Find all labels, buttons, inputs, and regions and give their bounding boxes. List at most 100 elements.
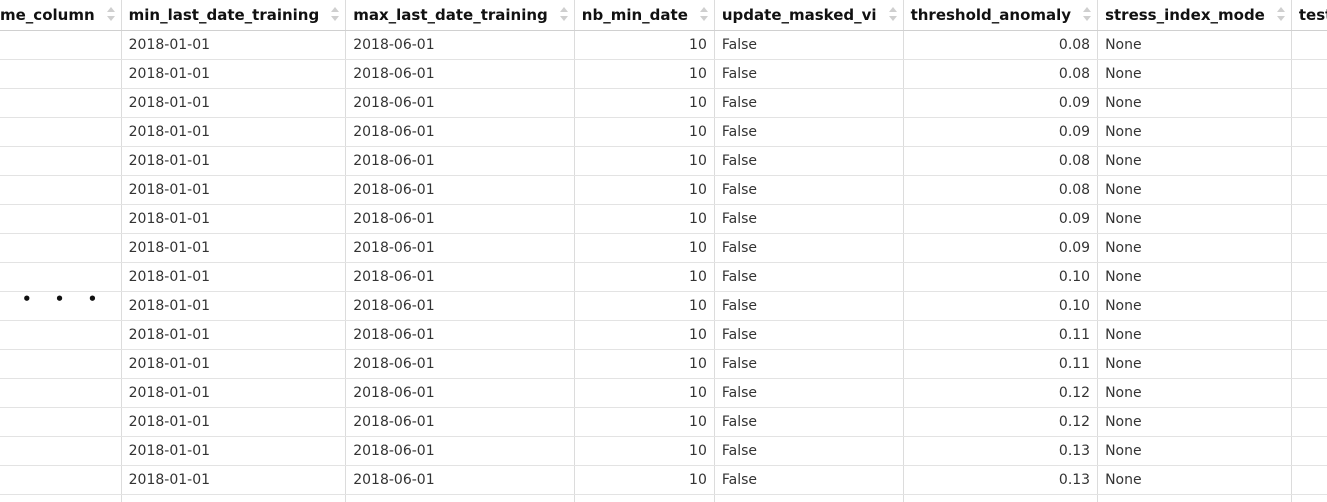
cell-threshold-anomaly: 0.14 — [903, 494, 1099, 502]
cell-test-id: 2 — [1291, 59, 1327, 89]
column-header-min-last-date-training[interactable]: min_last_date_training — [121, 0, 347, 31]
cell-threshold-anomaly: 0.10 — [903, 262, 1099, 292]
table-row[interactable]: 2018-01-012018-06-0110False0.12None13 — [0, 378, 1327, 408]
cell-threshold-anomaly: 0.09 — [903, 233, 1099, 263]
table-row[interactable]: 2018-01-012018-06-0110False0.09None4 — [0, 117, 1327, 147]
table-row[interactable]: 2018-01-012018-06-0110False0.11None12 — [0, 349, 1327, 379]
cell-update-masked-vi: False — [714, 291, 904, 321]
cell-update-masked-vi: False — [714, 378, 904, 408]
cell-min-last-date-training: 2018-01-01 — [121, 436, 347, 466]
table-row[interactable]: 2018-01-012018-06-0110False0.13None15 — [0, 436, 1327, 466]
cell-nb-min-date: 10 — [574, 494, 715, 502]
sort-icon[interactable] — [1276, 6, 1285, 22]
sort-icon[interactable] — [106, 6, 115, 22]
column-header-label: min_last_date_training — [128, 6, 320, 24]
table-row[interactable]: 2018-01-012018-06-0110False0.08None6 — [0, 175, 1327, 205]
cell-min-last-date-training: 2018-01-01 — [121, 233, 347, 263]
cell-nb-min-date: 10 — [574, 175, 715, 205]
table-body: 2018-01-012018-06-0110False0.08None12018… — [0, 30, 1327, 502]
cell-threshold-anomaly: 0.08 — [903, 175, 1099, 205]
cell-nb-min-date: 10 — [574, 146, 715, 176]
cell-threshold-anomaly: 0.09 — [903, 204, 1099, 234]
cell-nb-min-date: 10 — [574, 349, 715, 379]
table-row[interactable]: 2018-01-012018-06-0110False0.10None9 — [0, 262, 1327, 292]
cell-min-last-date-training: 2018-01-01 — [121, 465, 347, 495]
cell-stress-index-mode: None — [1097, 88, 1292, 118]
cell-test-id: 6 — [1291, 175, 1327, 205]
column-header-max-last-date-training[interactable]: max_last_date_training — [345, 0, 575, 31]
table-row[interactable]: 2018-01-012018-06-0110False0.08None2 — [0, 59, 1327, 89]
cell-update-masked-vi: False — [714, 175, 904, 205]
cell-stress-index-mode: None — [1097, 117, 1292, 147]
cell-stress-index-mode: None — [1097, 436, 1292, 466]
cell-me-column — [0, 146, 122, 176]
cell-max-last-date-training: 2018-06-01 — [345, 30, 575, 60]
cell-stress-index-mode: None — [1097, 30, 1292, 60]
cell-stress-index-mode: None — [1097, 175, 1292, 205]
column-header-me-column[interactable]: me_column — [0, 0, 122, 31]
table-viewport[interactable]: me_column min_last_date_training max_las… — [0, 0, 1327, 502]
cell-update-masked-vi: False — [714, 436, 904, 466]
cell-nb-min-date: 10 — [574, 117, 715, 147]
cell-min-last-date-training: 2018-01-01 — [121, 175, 347, 205]
table-row[interactable]: 2018-01-012018-06-0110False0.08None5 — [0, 146, 1327, 176]
cell-min-last-date-training: 2018-01-01 — [121, 59, 347, 89]
sort-icon[interactable] — [331, 6, 340, 22]
table-row[interactable]: 2018-01-012018-06-0110False0.10None10 — [0, 291, 1327, 321]
cell-threshold-anomaly: 0.11 — [903, 320, 1099, 350]
column-header-label: me_column — [0, 6, 95, 24]
cell-threshold-anomaly: 0.12 — [903, 378, 1099, 408]
cell-me-column — [0, 88, 122, 118]
cell-update-masked-vi: False — [714, 407, 904, 437]
cell-min-last-date-training: 2018-01-01 — [121, 146, 347, 176]
cell-max-last-date-training: 2018-06-01 — [345, 407, 575, 437]
sort-icon[interactable] — [559, 6, 568, 22]
cell-threshold-anomaly: 0.08 — [903, 146, 1099, 176]
column-header-test-id[interactable]: test_id — [1291, 0, 1327, 31]
column-header-update-masked-vi[interactable]: update_masked_vi — [714, 0, 904, 31]
table-row[interactable]: 2018-01-012018-06-0110False0.12None14 — [0, 407, 1327, 437]
cell-update-masked-vi: False — [714, 204, 904, 234]
cell-min-last-date-training: 2018-01-01 — [121, 407, 347, 437]
data-table: me_column min_last_date_training max_las… — [0, 0, 1327, 502]
cell-max-last-date-training: 2018-06-01 — [345, 378, 575, 408]
cell-me-column — [0, 204, 122, 234]
cell-stress-index-mode: None — [1097, 494, 1292, 502]
cell-max-last-date-training: 2018-06-01 — [345, 233, 575, 263]
cell-min-last-date-training: 2018-01-01 — [121, 117, 347, 147]
sort-icon[interactable] — [699, 6, 708, 22]
table-row[interactable]: 2018-01-012018-06-0110False0.08None1 — [0, 30, 1327, 60]
cell-max-last-date-training: 2018-06-01 — [345, 88, 575, 118]
cell-test-id: 9 — [1291, 262, 1327, 292]
cell-max-last-date-training: 2018-06-01 — [345, 262, 575, 292]
column-header-nb-min-date[interactable]: nb_min_date — [574, 0, 715, 31]
sort-icon[interactable] — [1083, 6, 1092, 22]
cell-me-column — [0, 407, 122, 437]
table-row[interactable]: 2018-01-012018-06-0110False0.09None7 — [0, 204, 1327, 234]
header-row: me_column min_last_date_training max_las… — [0, 0, 1327, 31]
cell-test-id: 7 — [1291, 204, 1327, 234]
column-header-label: nb_min_date — [581, 6, 688, 24]
cell-max-last-date-training: 2018-06-01 — [345, 465, 575, 495]
cell-nb-min-date: 10 — [574, 262, 715, 292]
column-header-stress-index-mode[interactable]: stress_index_mode — [1097, 0, 1292, 31]
table-row[interactable]: 2018-01-012018-06-0110False0.11None11 — [0, 320, 1327, 350]
cell-nb-min-date: 10 — [574, 233, 715, 263]
cell-min-last-date-training: 2018-01-01 — [121, 378, 347, 408]
table-row[interactable]: 2018-01-012018-06-0110False0.09None8 — [0, 233, 1327, 263]
cell-stress-index-mode: None — [1097, 378, 1292, 408]
table-row[interactable]: 2018-01-012018-06-0110False0.13None16 — [0, 465, 1327, 495]
cell-min-last-date-training: 2018-01-01 — [121, 494, 347, 502]
ellipsis-indicator: • • • — [22, 290, 107, 308]
table-row[interactable]: 2018-01-012018-06-0110False0.09None3 — [0, 88, 1327, 118]
cell-nb-min-date: 10 — [574, 407, 715, 437]
cell-test-id: 15 — [1291, 436, 1327, 466]
column-header-threshold-anomaly[interactable]: threshold_anomaly — [903, 0, 1099, 31]
cell-update-masked-vi: False — [714, 262, 904, 292]
cell-update-masked-vi: False — [714, 349, 904, 379]
sort-icon[interactable] — [888, 6, 897, 22]
cell-min-last-date-training: 2018-01-01 — [121, 204, 347, 234]
cell-test-id: 10 — [1291, 291, 1327, 321]
cell-me-column — [0, 494, 122, 502]
table-row[interactable]: 2018-01-012018-06-0110False0.14None17 — [0, 494, 1327, 502]
